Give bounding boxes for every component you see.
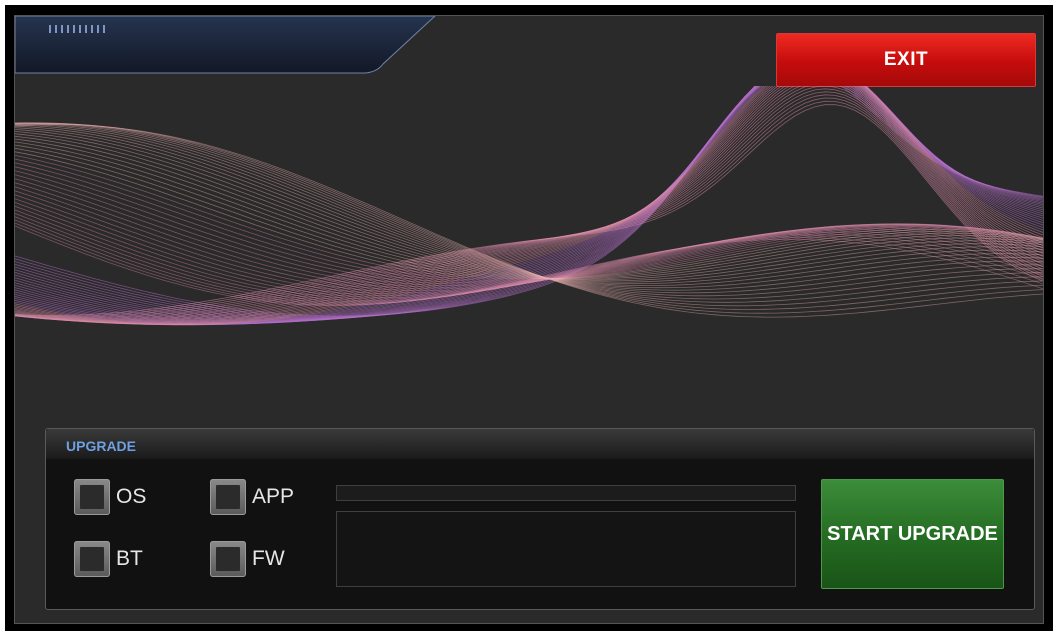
upgrade-progress-bar	[336, 485, 796, 501]
main-panel: EXIT UPGRADE OS APP BT FW START UPGRADE	[14, 15, 1044, 624]
decorative-wave-graphic	[15, 86, 1043, 326]
checkbox-label: BT	[116, 547, 143, 570]
exit-button[interactable]: EXIT	[776, 33, 1036, 87]
checkbox-label: APP	[252, 485, 295, 508]
title-indicator	[49, 25, 107, 33]
checkbox-box[interactable]	[74, 541, 110, 577]
checkbox-label: OS	[116, 485, 147, 508]
start-upgrade-button[interactable]: START UPGRADE	[821, 479, 1004, 589]
upgrade-log-area	[336, 511, 796, 587]
checkbox-box[interactable]	[74, 479, 110, 515]
checkbox-box[interactable]	[210, 479, 246, 515]
checkbox-fw[interactable]: FW	[210, 541, 285, 577]
checkbox-label: FW	[252, 547, 285, 570]
checkbox-os[interactable]: OS	[74, 479, 146, 515]
upgrade-group: UPGRADE OS APP BT FW START UPGRADE	[45, 428, 1035, 610]
checkbox-bt[interactable]: BT	[74, 541, 143, 577]
checkbox-box[interactable]	[210, 541, 246, 577]
checkbox-app[interactable]: APP	[210, 479, 294, 515]
upgrade-window: EXIT UPGRADE OS APP BT FW START UPGRADE	[5, 5, 1053, 631]
upgrade-title: UPGRADE	[66, 438, 137, 454]
group-header	[46, 429, 1034, 459]
